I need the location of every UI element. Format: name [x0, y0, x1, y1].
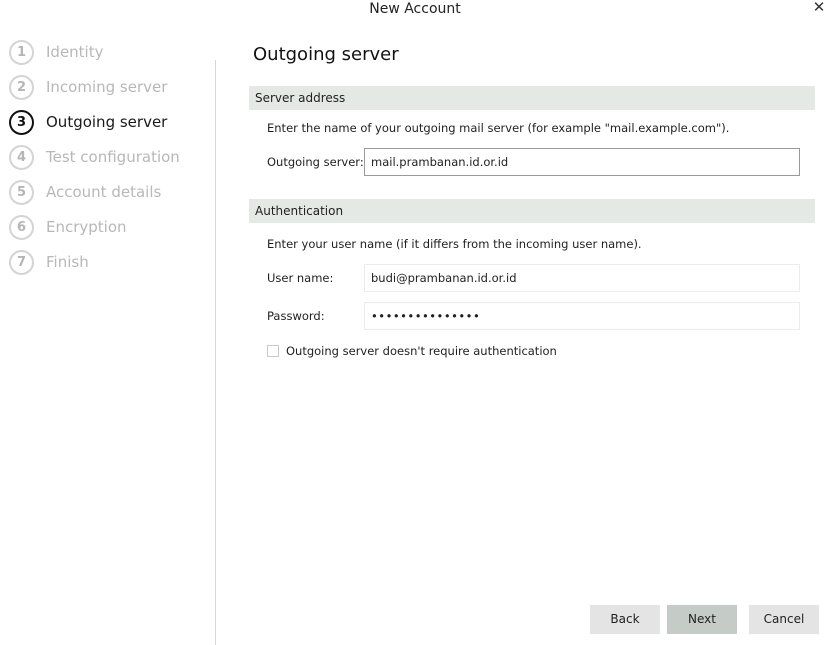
sidebar-divider [215, 60, 216, 645]
username-input[interactable]: budi@prambanan.id.or.id [364, 264, 800, 292]
step-label: Finish [46, 253, 89, 271]
step-finish: 7 Finish [9, 250, 209, 285]
password-label: Password: [267, 309, 325, 323]
outgoing-server-label: Outgoing server: [267, 155, 364, 169]
close-icon[interactable]: ✕ [812, 0, 826, 15]
server-description: Enter the name of your outgoing mail ser… [267, 121, 730, 135]
step-number: 5 [9, 180, 34, 205]
section-header-server-address: Server address [249, 86, 815, 110]
step-identity: 1 Identity [9, 40, 209, 75]
step-label: Identity [46, 43, 104, 61]
window-title: New Account [369, 1, 461, 17]
step-label: Test configuration [46, 148, 180, 166]
step-label: Outgoing server [46, 113, 168, 131]
page-title: Outgoing server [253, 44, 399, 65]
step-test-configuration: 4 Test configuration [9, 145, 209, 180]
no-auth-checkbox[interactable] [267, 345, 279, 357]
step-label: Account details [46, 183, 162, 201]
step-encryption: 6 Encryption [9, 215, 209, 250]
step-incoming-server: 2 Incoming server [9, 75, 209, 110]
steps-sidebar: 1 Identity 2 Incoming server 3 Outgoing … [9, 40, 209, 285]
step-outgoing-server: 3 Outgoing server [9, 110, 209, 145]
outgoing-server-input[interactable]: mail.prambanan.id.or.id [364, 148, 800, 176]
step-label: Incoming server [46, 78, 168, 96]
step-number: 1 [9, 40, 34, 65]
step-number: 2 [9, 75, 34, 100]
auth-description: Enter your user name (if it differs from… [267, 237, 642, 251]
step-label: Encryption [46, 218, 127, 236]
step-account-details: 5 Account details [9, 180, 209, 215]
next-button[interactable]: Next [667, 605, 737, 634]
step-number: 3 [9, 110, 34, 135]
step-number: 7 [9, 250, 34, 275]
step-number: 4 [9, 145, 34, 170]
password-input[interactable]: ••••••••••••••• [364, 302, 800, 330]
back-button[interactable]: Back [590, 605, 660, 634]
no-auth-label: Outgoing server doesn't require authenti… [286, 344, 557, 358]
username-label: User name: [267, 271, 334, 285]
cancel-button[interactable]: Cancel [749, 605, 819, 634]
step-number: 6 [9, 215, 34, 240]
section-header-authentication: Authentication [249, 199, 815, 223]
